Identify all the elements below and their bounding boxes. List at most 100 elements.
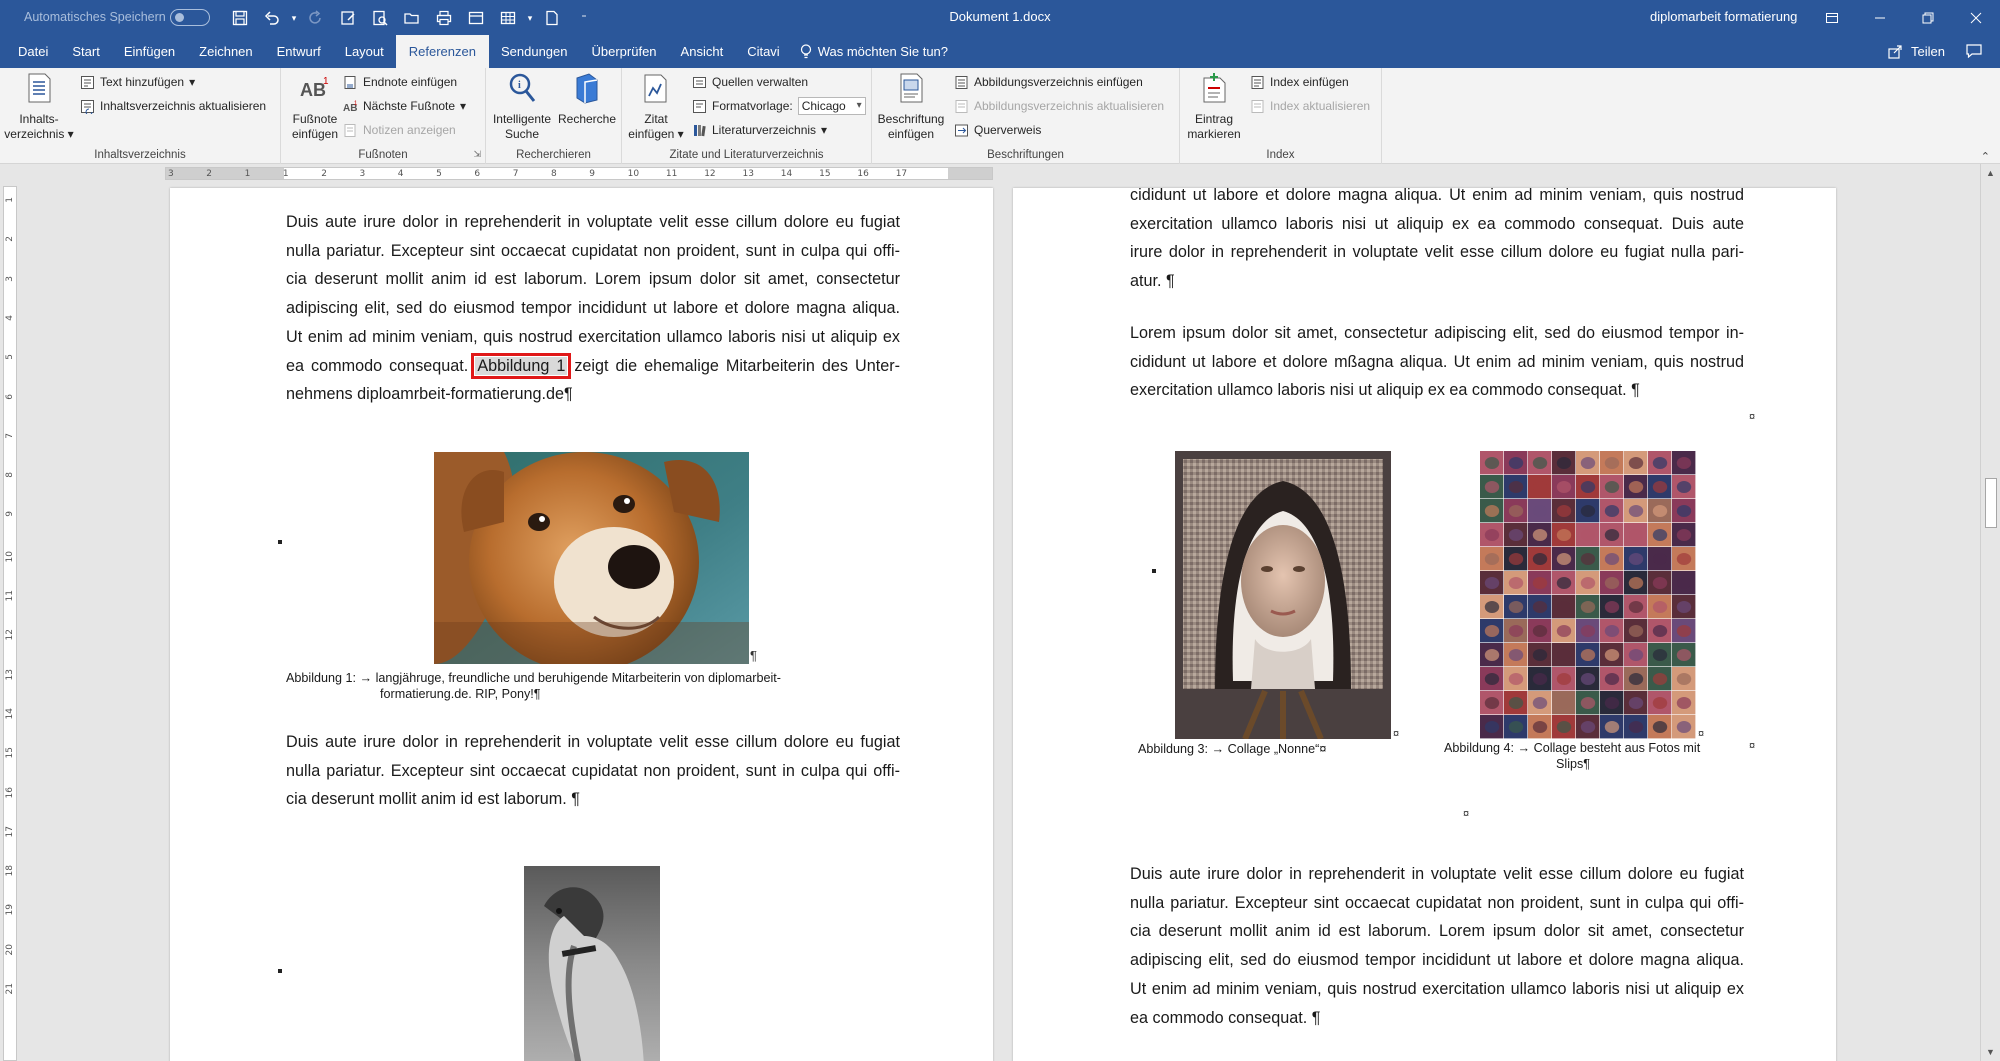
restore-icon[interactable]: [1904, 0, 1952, 35]
caption-line: Slips¶: [1556, 757, 1591, 771]
document-canvas[interactable]: Duis aute irure dolor in reprehenderit i…: [20, 184, 1980, 1061]
style-label: Formatvorlage:: [712, 99, 793, 113]
scroll-down-icon[interactable]: ▼: [1986, 1047, 1995, 1057]
close-icon[interactable]: [1952, 0, 2000, 35]
paragraph-3[interactable]: Duis aute irure dolor in reprehenderit i…: [1130, 860, 1744, 1032]
insert-caption-button[interactable]: Beschriftung einfügen: [874, 72, 948, 142]
next-footnote-button[interactable]: AB 1 Nächste Fußnote ▾: [343, 96, 466, 116]
print-icon[interactable]: [428, 6, 460, 30]
undo-dropdown-icon[interactable]: ▾: [288, 6, 300, 30]
ribbon-display-options-icon[interactable]: [1808, 0, 1856, 35]
paragraph-continued[interactable]: cididunt ut labore et dolore magna aliqu…: [1130, 184, 1744, 296]
scrollbar-thumb[interactable]: [1985, 478, 1997, 528]
table-cell-mark: ¤: [1749, 740, 1756, 752]
figure-reference-field[interactable]: Abbildung 1: [471, 352, 572, 379]
tab-start[interactable]: Start: [60, 35, 111, 68]
mark-entry-button[interactable]: Eintrag markieren: [1184, 72, 1244, 142]
insert-tof-button[interactable]: Abbildungsverzeichnis einfügen: [954, 72, 1143, 92]
ribbon: Inhalts- verzeichnis ▾ Text hinzufügen ▾…: [0, 68, 2000, 164]
table-dropdown-icon[interactable]: ▾: [524, 6, 536, 30]
account-name[interactable]: diplomarbeit formatierung: [1650, 9, 1797, 24]
collage-tile-detail: [1676, 481, 1692, 493]
insert-index-icon: [1251, 75, 1264, 89]
style-icon: [693, 99, 706, 113]
manage-sources-button[interactable]: Quellen verwalten: [692, 72, 808, 92]
style-combo[interactable]: Chicago: [797, 97, 866, 115]
minimize-icon[interactable]: [1856, 0, 1904, 35]
ruler-tick-label: 15: [819, 169, 831, 179]
redo-icon[interactable]: [300, 6, 332, 30]
text-line: Ut enim ad minim veniam, quis nostrud ex…: [1130, 979, 1744, 998]
paragraph-2[interactable]: Duis aute irure dolor in reprehenderit i…: [286, 728, 900, 814]
tab-ueberpruefen[interactable]: Überprüfen: [580, 35, 669, 68]
greyhound-photo[interactable]: [524, 866, 660, 1061]
text-line: Duis aute irure dolor in reprehenderit i…: [286, 213, 900, 231]
collage-tile-detail: [1628, 457, 1644, 469]
collage-tile-detail: [1556, 673, 1572, 685]
save-as-icon[interactable]: [332, 6, 364, 30]
dog-photo[interactable]: [434, 452, 749, 664]
vertical-scrollbar[interactable]: ▲ ▼: [1980, 164, 2000, 1061]
text-line: cididunt ut labore et dolore mßagna aliq…: [1130, 352, 1744, 371]
tab-referenzen[interactable]: Referenzen: [395, 35, 489, 68]
vertical-ruler[interactable]: 1 2 3 4 5 6 7 8 9 10 11 12 13 14 15 16 17 18 19 20 21: [3, 186, 17, 1061]
slips-collage-image[interactable]: [1480, 451, 1696, 739]
tab-einfuegen[interactable]: Einfügen: [112, 35, 187, 68]
show-notes-button[interactable]: Notizen anzeigen: [343, 120, 456, 140]
add-text-button[interactable]: Text hinzufügen ▾: [80, 72, 195, 92]
text-line: Lorem ipsum dolor sit amet, consectetur …: [1130, 324, 1744, 342]
autosave-toggle[interactable]: [170, 9, 210, 26]
researcher-button[interactable]: Recherche: [556, 72, 618, 127]
ribbon-tabs-bar: Datei Start Einfügen Zeichnen Entwurf La…: [0, 35, 2000, 68]
insert-index-button[interactable]: Index einfügen: [1250, 72, 1349, 92]
customize-qat-icon[interactable]: ⁼: [568, 6, 600, 30]
tab-citavi[interactable]: Citavi: [735, 35, 792, 68]
text-before-field: ea commodo consequat.: [286, 356, 476, 375]
insert-endnote-button[interactable]: Endnote einfügen: [343, 72, 457, 92]
scroll-up-icon[interactable]: ▲: [1986, 168, 1995, 178]
page-2[interactable]: cididunt ut labore et dolore magna aliqu…: [1013, 186, 1836, 1061]
collage-tile-detail: [1484, 505, 1500, 517]
open-folder-icon[interactable]: [396, 6, 428, 30]
window-view-icon[interactable]: [460, 6, 492, 30]
tab-datei[interactable]: Datei: [6, 35, 60, 68]
figure-4-caption[interactable]: Abbildung 4: → Collage besteht aus Fotos…: [1444, 740, 1744, 772]
toc-button[interactable]: Inhalts- verzeichnis ▾: [4, 72, 74, 142]
tab-layout[interactable]: Layout: [333, 35, 396, 68]
print-preview-icon[interactable]: [364, 6, 396, 30]
group-label-index: Index: [1266, 149, 1295, 161]
comment-icon[interactable]: [1966, 44, 1982, 58]
update-toc-button[interactable]: Inhaltsverzeichnis aktualisieren: [80, 96, 266, 116]
collage-tile-detail: [1484, 721, 1500, 733]
save-icon[interactable]: [224, 6, 256, 30]
tab-sendungen[interactable]: Sendungen: [489, 35, 580, 68]
collapse-ribbon-icon[interactable]: ⌃: [1981, 150, 1990, 163]
cross-reference-button[interactable]: Querverweis: [954, 120, 1041, 140]
ruler-tick-label: 16: [857, 169, 869, 179]
update-tof-button[interactable]: Abbildungsverzeichnis aktualisieren: [954, 96, 1164, 116]
figure-3-caption[interactable]: Abbildung 3: → Collage „Nonne“¤: [1138, 741, 1358, 757]
undo-icon[interactable]: [256, 6, 288, 30]
bibliography-button[interactable]: Literaturverzeichnis ▾: [692, 120, 827, 140]
anchor-marker: [278, 969, 282, 973]
paragraph-lorem[interactable]: Lorem ipsum dolor sit amet, consectetur …: [1130, 319, 1744, 405]
tab-zeichnen[interactable]: Zeichnen: [187, 35, 264, 68]
insert-citation-button[interactable]: Zitat einfügen ▾: [626, 72, 686, 142]
insert-footnote-button[interactable]: AB 1 Fußnote einfügen: [285, 72, 345, 142]
share-button[interactable]: Teilen: [1888, 35, 1945, 68]
table-icon[interactable]: [492, 6, 524, 30]
horizontal-ruler[interactable]: 3 2 1 1 2 3 4 5 6 7 8 9 10 11 12 13 14 15 16 17: [0, 164, 2000, 184]
nun-collage-image[interactable]: [1175, 451, 1391, 739]
tab-ansicht[interactable]: Ansicht: [669, 35, 736, 68]
page-1[interactable]: Duis aute irure dolor in reprehenderit i…: [170, 188, 993, 1061]
update-index-button[interactable]: Index aktualisieren: [1250, 96, 1370, 116]
collage-tile-detail: [1508, 577, 1524, 589]
new-document-icon[interactable]: [536, 6, 568, 30]
tell-me-box[interactable]: Was möchten Sie tun?: [800, 35, 948, 68]
collage-tile-detail: [1508, 721, 1524, 733]
figure-1-caption[interactable]: Abbildung 1: → langjähruge, freundliche …: [286, 670, 906, 702]
smart-lookup-button[interactable]: i Intelligente Suche: [490, 72, 554, 142]
paragraph-1[interactable]: Duis aute irure dolor in reprehenderit i…: [286, 208, 900, 409]
dialog-launcher-icon[interactable]: ⇲: [473, 149, 481, 160]
tab-entwurf[interactable]: Entwurf: [265, 35, 333, 68]
